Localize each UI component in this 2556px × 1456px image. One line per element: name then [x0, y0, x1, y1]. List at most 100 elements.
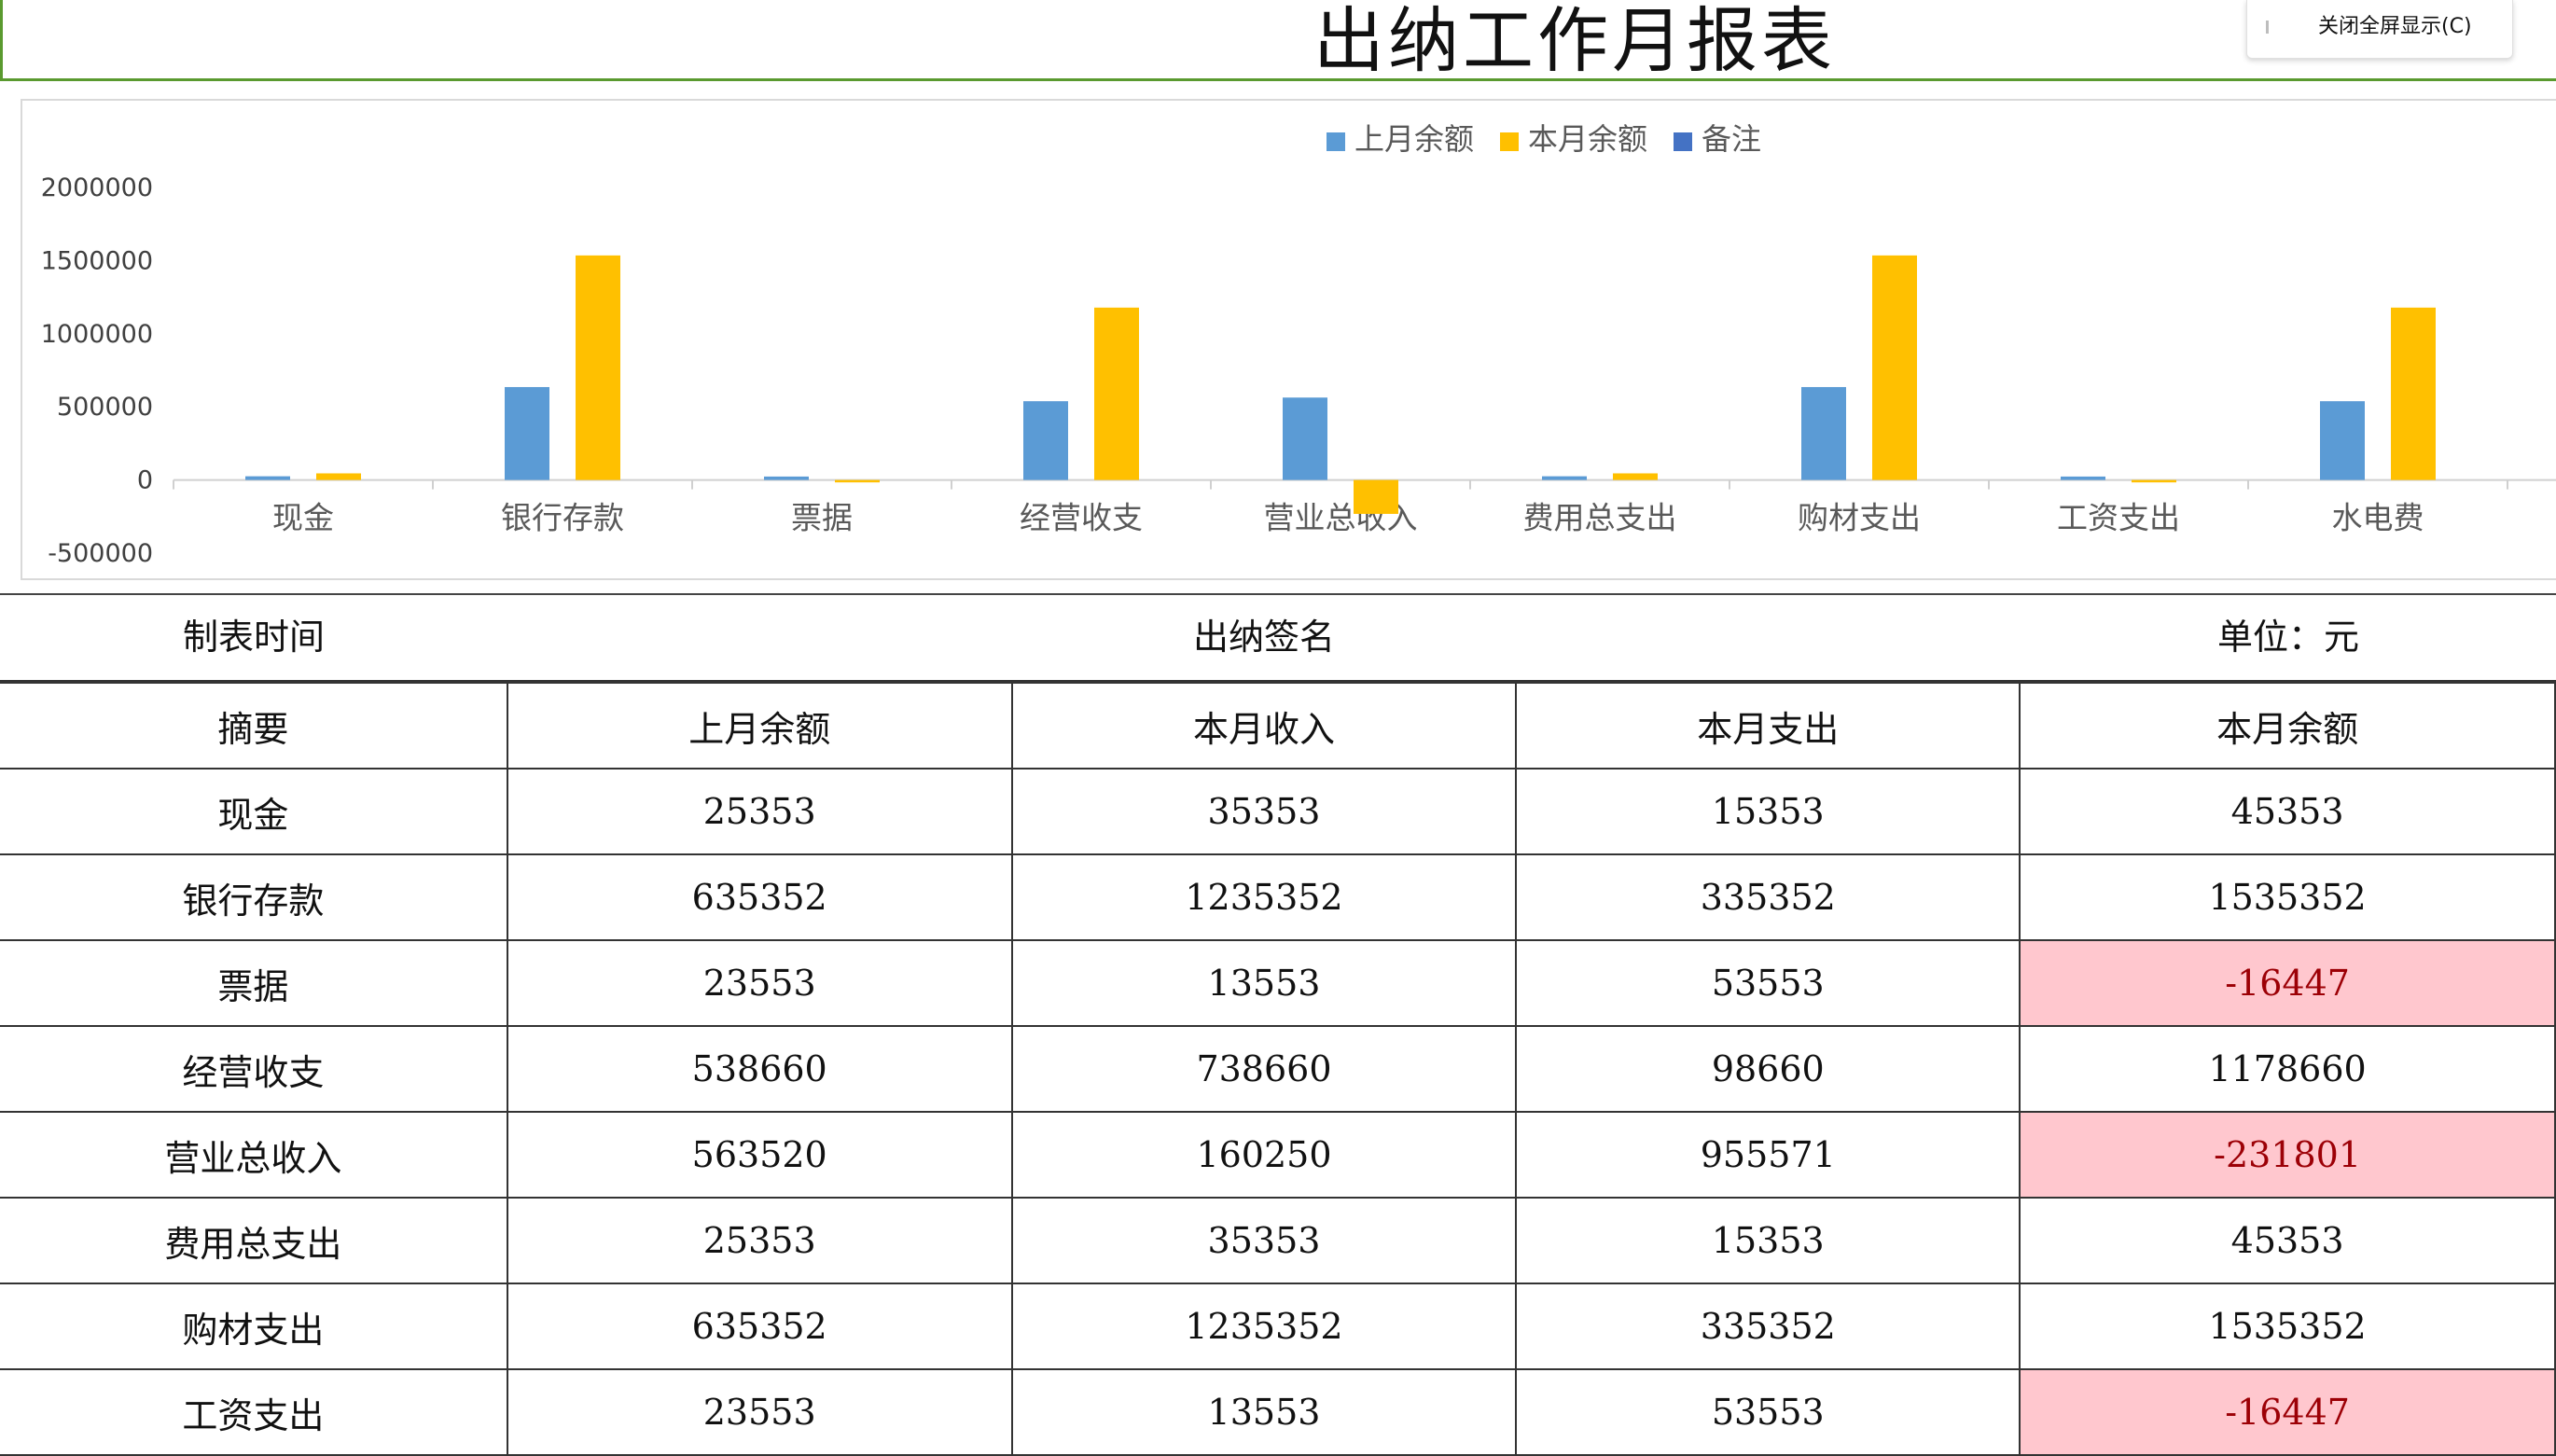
bar-this-month — [835, 479, 880, 483]
table-cell[interactable]: 25353 — [506, 1197, 1013, 1284]
table-cell[interactable]: 23553 — [506, 939, 1013, 1027]
bar-last-month — [1283, 397, 1327, 480]
table-cell[interactable]: 13553 — [1010, 939, 1518, 1027]
report-sheet: 制表时间 出纳签名 单位：元 摘要 上月余额 本月收入 本月支出 本月余额 现金 25353… — [0, 593, 2556, 1456]
bar-this-month — [1872, 255, 1917, 480]
row-label-cell[interactable]: 银行存款 — [0, 853, 508, 941]
table-cell[interactable]: 23553 — [506, 1368, 1013, 1456]
unit-label[interactable]: 单位：元 — [2021, 595, 2556, 680]
bar-this-month — [2391, 307, 2436, 480]
table-row: 费用总支出 25353 35353 15353 45353 — [0, 1197, 2556, 1284]
bar-last-month — [2320, 401, 2365, 480]
y-tick-label: 500000 — [57, 393, 153, 422]
header-summary[interactable]: 摘要 — [0, 682, 508, 770]
legend-swatch — [1500, 132, 1519, 151]
bar-last-month — [505, 386, 549, 480]
table-row: 银行存款 635352 1235352 335352 1535352 — [0, 853, 2556, 941]
header-expense[interactable]: 本月支出 — [1515, 682, 2021, 770]
row-label-cell[interactable]: 工资支出 — [0, 1368, 508, 1456]
y-tick-label: 2000000 — [41, 173, 153, 202]
table-cell[interactable]: 1235352 — [1010, 1283, 1518, 1370]
bar-this-month — [1354, 479, 1398, 514]
table-cell[interactable]: 1535352 — [2019, 853, 2556, 941]
drag-handle-icon[interactable] — [2266, 21, 2269, 34]
table-cell[interactable]: 538660 — [506, 1025, 1013, 1113]
table-cell[interactable]: 15353 — [1515, 768, 2021, 855]
row-label-cell[interactable]: 购材支出 — [0, 1283, 508, 1370]
table-cell[interactable]: 15353 — [1515, 1197, 2021, 1284]
table-header-row: 摘要 上月余额 本月收入 本月支出 本月余额 — [0, 682, 2556, 770]
table-cell[interactable]: 45353 — [2019, 768, 2556, 855]
bar-chart[interactable]: 2000000 1500000 1000000 500000 0 -500000 现金 银行存… — [21, 99, 2556, 580]
bar-last-month — [1801, 386, 1846, 480]
table-cell[interactable]: 335352 — [1515, 1283, 2021, 1370]
bar-this-month — [576, 255, 620, 480]
table-row: 营业总收入 563520 160250 955571 -231801 — [0, 1111, 2556, 1199]
y-tick-label: -500000 — [48, 539, 153, 568]
table-cell[interactable]: -231801 — [2019, 1111, 2556, 1199]
legend-label: 备注 — [1702, 121, 1761, 157]
x-tick-label: 现金 — [272, 500, 334, 536]
bar-last-month — [1542, 476, 1587, 480]
table-cell[interactable]: 1235352 — [1010, 853, 1518, 941]
legend-label: 上月余额 — [1354, 121, 1474, 157]
header-last-balance[interactable]: 上月余额 — [506, 682, 1013, 770]
x-tick-label: 工资支出 — [2057, 500, 2180, 536]
report-title: 出纳工作月报表 — [1313, 0, 1836, 82]
table-time-label[interactable]: 制表时间 — [0, 595, 507, 680]
table-cell[interactable]: 738660 — [1010, 1025, 1518, 1113]
table-cell[interactable]: 563520 — [506, 1111, 1013, 1199]
table-cell[interactable]: 35353 — [1010, 1197, 1518, 1284]
x-tick-label: 票据 — [791, 500, 853, 536]
table-cell[interactable]: 98660 — [1515, 1025, 2021, 1113]
table-cell[interactable]: -16447 — [2019, 1368, 2556, 1456]
table-cell[interactable]: 635352 — [506, 1283, 1013, 1370]
close-fullscreen-label: 关闭全屏显示(C) — [2318, 15, 2472, 38]
header-current-balance[interactable]: 本月余额 — [2019, 682, 2556, 770]
legend-swatch — [1674, 132, 1692, 151]
title-bar: 出纳工作月报表 关闭全屏显示(C) — [0, 0, 2556, 82]
table-cell[interactable]: 35353 — [1010, 768, 1518, 855]
bar-last-month — [2061, 476, 2105, 480]
close-fullscreen-button[interactable]: 关闭全屏显示(C) — [2246, 0, 2513, 59]
table-cell[interactable]: 160250 — [1010, 1111, 1518, 1199]
x-tick-label: 费用总支出 — [1523, 500, 1677, 536]
table-cell[interactable]: 635352 — [506, 853, 1013, 941]
sheet-edge-marker — [0, 0, 3, 78]
table-row: 现金 25353 35353 15353 45353 — [0, 768, 2556, 855]
table-cell[interactable]: 1535352 — [2019, 1283, 2556, 1370]
y-tick-label: 1000000 — [41, 320, 153, 349]
bar-last-month — [1023, 401, 1068, 480]
row-label-cell[interactable]: 营业总收入 — [0, 1111, 508, 1199]
table-cell[interactable]: 45353 — [2019, 1197, 2556, 1284]
bar-last-month — [245, 476, 290, 480]
table-cell[interactable]: 25353 — [506, 768, 1013, 855]
legend-label: 本月余额 — [1528, 121, 1647, 157]
bar-last-month — [764, 476, 809, 480]
table-row: 购材支出 635352 1235352 335352 1535352 — [0, 1283, 2556, 1370]
row-label-cell[interactable]: 经营收支 — [0, 1025, 508, 1113]
table-cell[interactable]: 955571 — [1515, 1111, 2021, 1199]
info-row: 制表时间 出纳签名 单位：元 — [0, 595, 2556, 682]
row-label-cell[interactable]: 费用总支出 — [0, 1197, 508, 1284]
x-tick-label: 经营收支 — [1020, 500, 1143, 536]
report-table: 摘要 上月余额 本月收入 本月支出 本月余额 现金 25353 35353 15353 45353… — [0, 682, 2556, 1456]
header-income[interactable]: 本月收入 — [1010, 682, 1518, 770]
table-row: 经营收支 538660 738660 98660 1178660 — [0, 1025, 2556, 1113]
x-tick-label: 水电费 — [2332, 500, 2424, 536]
bar-this-month — [2132, 479, 2176, 483]
row-label-cell[interactable]: 票据 — [0, 939, 508, 1027]
row-label-cell[interactable]: 现金 — [0, 768, 508, 855]
cashier-signature-label[interactable]: 出纳签名 — [507, 595, 2021, 680]
table-cell[interactable]: -16447 — [2019, 939, 2556, 1027]
table-cell[interactable]: 53553 — [1515, 939, 2021, 1027]
table-cell[interactable]: 13553 — [1010, 1368, 1518, 1456]
bar-this-month — [316, 473, 361, 480]
table-cell[interactable]: 335352 — [1515, 853, 2021, 941]
chart-canvas: 2000000 1500000 1000000 500000 0 -500000 现金 银行存… — [41, 121, 2556, 568]
legend-swatch — [1327, 132, 1345, 151]
y-tick-label: 0 — [137, 466, 153, 495]
table-cell[interactable]: 53553 — [1515, 1368, 2021, 1456]
table-row: 票据 23553 13553 53553 -16447 — [0, 939, 2556, 1027]
table-cell[interactable]: 1178660 — [2019, 1025, 2556, 1113]
